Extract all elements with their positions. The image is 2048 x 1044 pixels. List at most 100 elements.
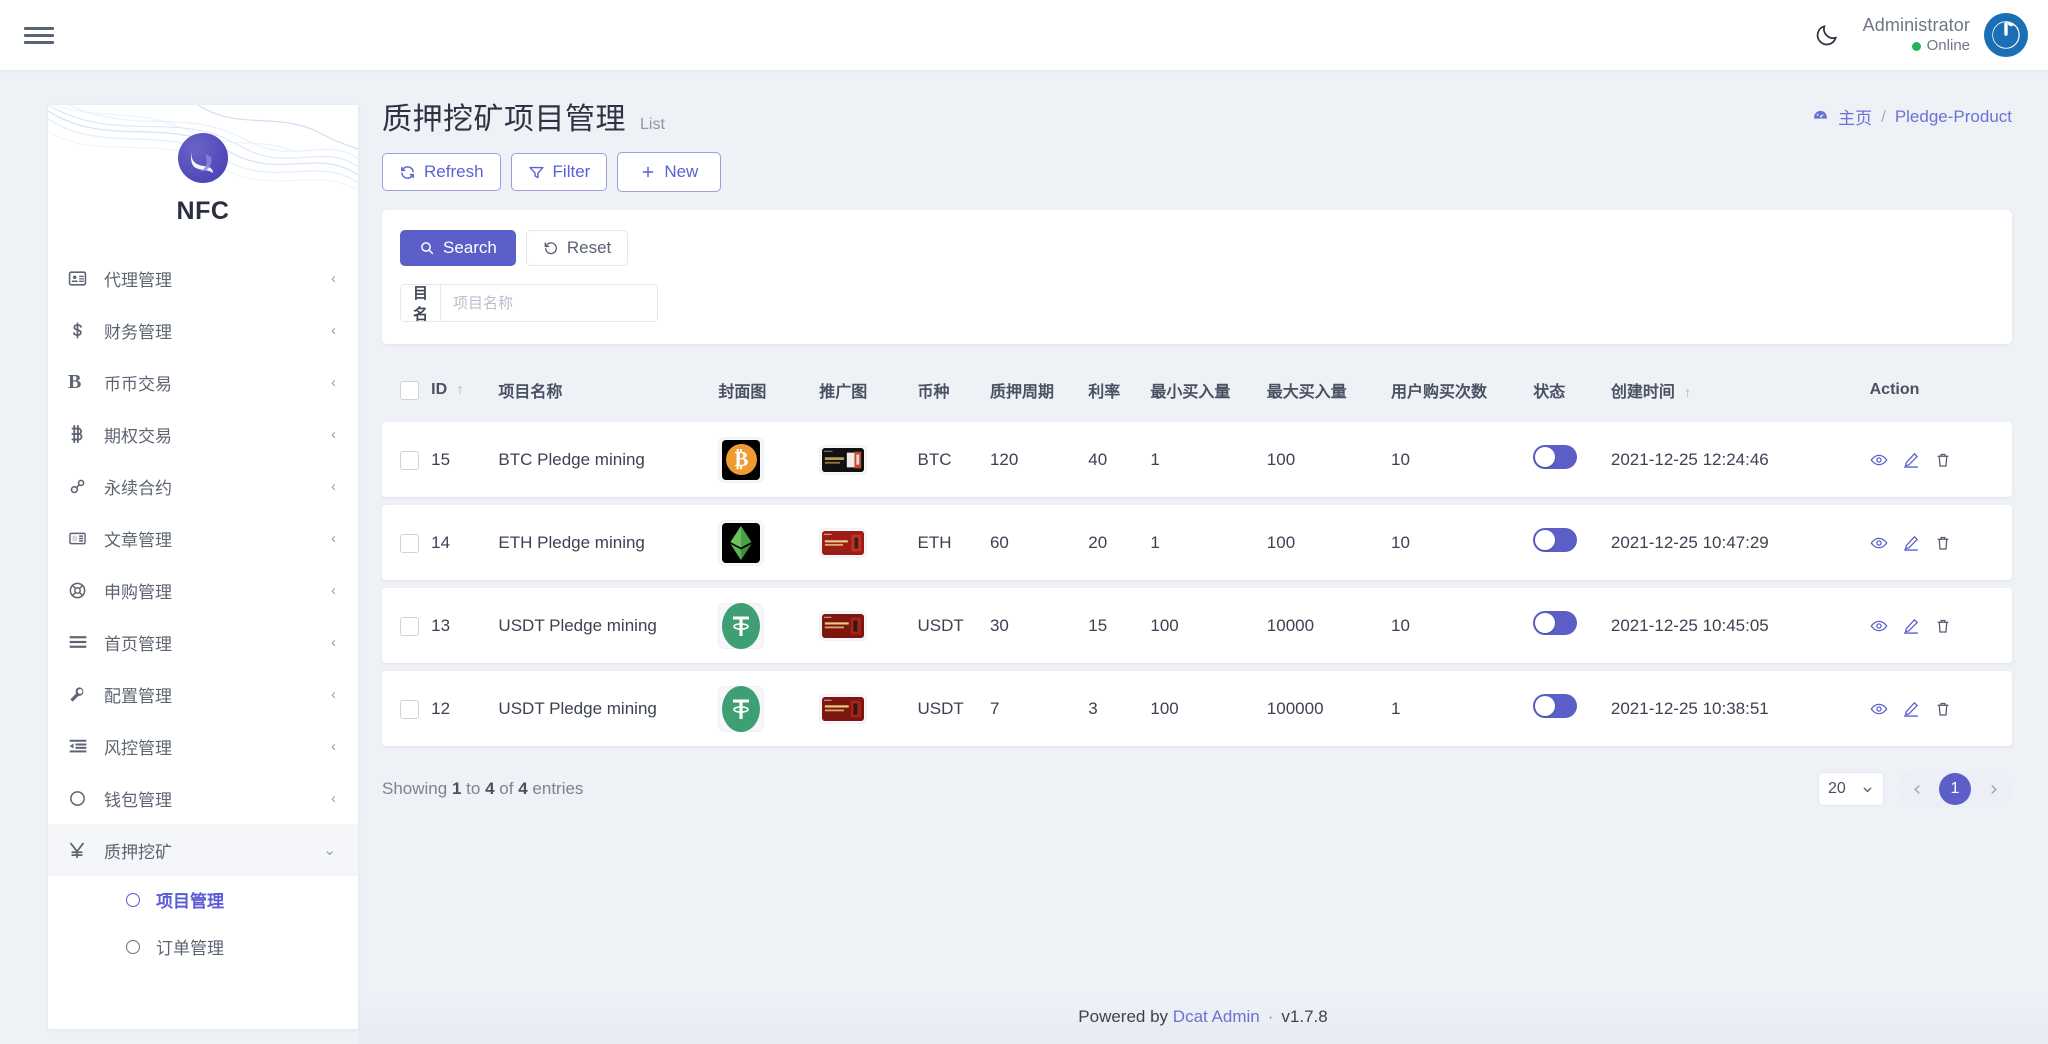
cell-promo — [819, 588, 918, 663]
cell-name: USDT Pledge mining — [498, 588, 719, 663]
next-page-button[interactable] — [1977, 773, 2009, 805]
th-coin-label: 币种 — [917, 384, 950, 401]
ethereum-icon — [730, 525, 752, 560]
select-all-checkbox[interactable] — [400, 380, 419, 400]
cell-created-at: 2021-12-25 10:38:51 — [1610, 671, 1870, 746]
sidebar-item-article[interactable]: 文章管理 ‹ — [48, 512, 358, 564]
delete-icon[interactable] — [1934, 700, 1952, 718]
cell-cover: ₿ — [718, 422, 820, 497]
sidebar-item-risk[interactable]: 风控管理 ‹ — [48, 720, 358, 772]
cell-rate: 20 — [1088, 505, 1151, 580]
cell-promo — [819, 422, 918, 497]
sidebar-menu: 代理管理 ‹ 财务管理 ‹ B 币币交易 ‹ 期权交易 ‹ 永续合约 ‹ 文章管… — [48, 252, 358, 970]
promo-card-dark-thumb[interactable] — [819, 444, 868, 475]
view-icon[interactable] — [1870, 700, 1888, 718]
th-max-label: 最大买入量 — [1266, 384, 1347, 401]
th-status: 状态 — [1533, 366, 1611, 414]
chevron-left-icon: ‹ — [331, 737, 336, 755]
table-row[interactable]: 14 ETH Pledge mining ETH 60 20 1 100 10 … — [382, 505, 2012, 580]
filter-fields: 项目名称 — [400, 284, 1994, 322]
page-subtitle: List — [640, 116, 665, 133]
cell-checkbox — [382, 422, 432, 497]
th-name: 项目名称 — [498, 366, 719, 414]
chevron-down-icon: ⌄ — [323, 842, 336, 859]
row-action-group — [1870, 534, 2012, 552]
sidebar-subitem-project-management[interactable]: 项目管理 — [48, 876, 358, 923]
status-toggle[interactable] — [1533, 445, 1578, 469]
sidebar-item-config[interactable]: 配置管理 ‹ — [48, 668, 358, 720]
th-id[interactable]: ID ↑ — [431, 366, 499, 414]
status-toggle[interactable] — [1533, 611, 1578, 635]
breadcrumb-home[interactable]: 主页 — [1838, 104, 1872, 129]
table-row[interactable]: 13 USDT Pledge mining USDT 30 15 100 100… — [382, 588, 2012, 663]
status-toggle[interactable] — [1533, 528, 1578, 552]
brand[interactable]: NFC — [48, 105, 358, 226]
sidebar-item-finance[interactable]: 财务管理 ‹ — [48, 304, 358, 356]
promo-image — [822, 530, 865, 555]
user-menu[interactable]: Administrator Online — [1853, 13, 2028, 57]
hamburger-menu[interactable] — [24, 20, 54, 50]
cell-id: 15 — [431, 422, 499, 497]
delete-icon[interactable] — [1934, 451, 1952, 469]
view-icon[interactable] — [1870, 451, 1888, 469]
dcat-admin-link[interactable]: Dcat Admin — [1173, 1007, 1260, 1027]
sidebar-item-wallet[interactable]: 钱包管理 ‹ — [48, 772, 358, 824]
ethereum-coin-thumb[interactable] — [718, 519, 765, 566]
search-button[interactable]: Search — [400, 230, 516, 266]
avatar[interactable] — [1984, 13, 2028, 57]
project-name-input[interactable] — [441, 285, 657, 321]
cell-created-at: 2021-12-25 10:45:05 — [1610, 588, 1870, 663]
promo-image — [822, 696, 865, 721]
bitcoin-coin-thumb[interactable]: ₿ — [718, 436, 765, 483]
indent-icon — [68, 737, 104, 755]
row-checkbox[interactable] — [400, 450, 419, 470]
breadcrumb-current[interactable]: Pledge-Product — [1895, 107, 2012, 127]
tether-coin-thumb[interactable] — [718, 685, 765, 732]
edit-icon[interactable] — [1902, 534, 1920, 552]
user-info: Administrator Online — [1863, 14, 1970, 55]
th-period-label: 质押周期 — [989, 384, 1054, 401]
row-checkbox[interactable] — [400, 533, 419, 553]
edit-icon[interactable] — [1902, 617, 1920, 635]
moon-icon[interactable] — [1801, 9, 1853, 61]
sidebar-item-subscription[interactable]: 申购管理 ‹ — [48, 564, 358, 616]
table-row[interactable]: 15 BTC Pledge mining ₿ BTC 120 40 1 100 … — [382, 422, 2012, 497]
new-button[interactable]: New — [617, 152, 722, 192]
sidebar-item-perpetual[interactable]: 永续合约 ‹ — [48, 460, 358, 512]
table-row[interactable]: 12 USDT Pledge mining USDT 7 3 100 10000… — [382, 671, 2012, 746]
promo-card-red-thumb[interactable] — [819, 527, 868, 558]
edit-icon[interactable] — [1902, 451, 1920, 469]
cell-actions — [1869, 422, 2012, 497]
prev-page-button[interactable] — [1901, 773, 1933, 805]
sidebar-item-pledge-mining[interactable]: 质押挖矿 ⌄ — [48, 824, 358, 876]
sidebar-item-coin-trade[interactable]: B 币币交易 ‹ — [48, 356, 358, 408]
th-created-at[interactable]: 创建时间 ↑ — [1610, 366, 1870, 414]
per-page-select[interactable]: 20 — [1818, 772, 1884, 806]
cell-coin: USDT — [917, 671, 990, 746]
filter-button[interactable]: Filter — [510, 153, 608, 191]
page-button-1[interactable]: 1 — [1939, 773, 1971, 805]
sidebar-item-option-trade[interactable]: 期权交易 ‹ — [48, 408, 358, 460]
row-checkbox[interactable] — [400, 616, 419, 636]
cell-promo — [819, 505, 918, 580]
sidebar-item-agent[interactable]: 代理管理 ‹ — [48, 252, 358, 304]
delete-icon[interactable] — [1934, 617, 1952, 635]
reset-button[interactable]: Reset — [525, 230, 629, 266]
tether-coin-thumb[interactable] — [718, 602, 765, 649]
sidebar-subitem-order-management[interactable]: 订单管理 — [48, 923, 358, 970]
status-toggle[interactable] — [1533, 694, 1578, 718]
sidebar-item-homepage[interactable]: 首页管理 ‹ — [48, 616, 358, 668]
promo-card-red-thumb[interactable] — [819, 610, 868, 641]
view-icon[interactable] — [1870, 534, 1888, 552]
promo-card-red-thumb[interactable] — [819, 693, 868, 724]
plus-icon — [640, 164, 656, 180]
row-checkbox[interactable] — [400, 699, 419, 719]
cell-name: BTC Pledge mining — [498, 422, 719, 497]
view-icon[interactable] — [1870, 617, 1888, 635]
cell-max: 100000 — [1266, 671, 1391, 746]
delete-icon[interactable] — [1934, 534, 1952, 552]
edit-icon[interactable] — [1902, 700, 1920, 718]
project-name-filter[interactable]: 项目名称 — [400, 284, 658, 322]
refresh-button[interactable]: Refresh — [382, 153, 501, 191]
chevron-left-icon: ‹ — [331, 269, 336, 287]
